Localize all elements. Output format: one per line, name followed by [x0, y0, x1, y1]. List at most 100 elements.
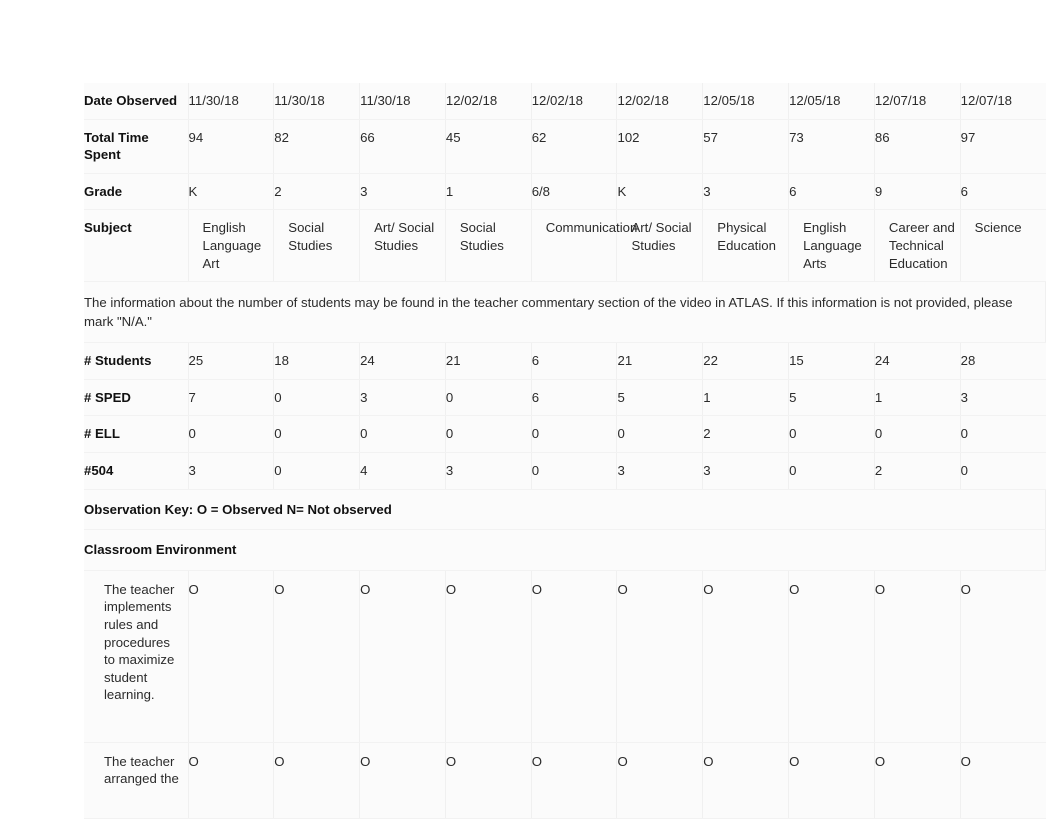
- cell-total-time-8: 73: [788, 119, 875, 174]
- cell-date-observed-9: 12/07/18: [874, 83, 961, 120]
- criterion-2-mark-8[interactable]: O: [788, 742, 875, 819]
- table-row-criterion-2: The teacher arranged the O O O O O O O O…: [84, 742, 1046, 819]
- cell-grade-2: 2: [273, 173, 361, 211]
- cell-total-time-7: 57: [702, 119, 790, 174]
- cell-504-6: 3: [616, 452, 704, 490]
- cell-students-7: 22: [702, 342, 790, 380]
- criterion-1-mark-8[interactable]: O: [788, 570, 875, 743]
- table-row-total-time-spent: Total Time Spent 94 82 66 45 62 102 57 7…: [84, 119, 1046, 174]
- cell-date-observed-2: 11/30/18: [273, 83, 361, 120]
- cell-total-time-6: 102: [616, 119, 704, 174]
- cell-subject-8: English Language Arts: [788, 209, 875, 283]
- cell-grade-4: 1: [445, 173, 532, 211]
- criterion-2-mark-6[interactable]: O: [616, 742, 704, 819]
- cell-subject-7: Physical Education: [702, 209, 790, 283]
- row-label-subject: Subject: [84, 209, 189, 283]
- criterion-1-mark-10[interactable]: O: [960, 570, 1046, 743]
- cell-students-6: 21: [616, 342, 704, 380]
- row-label-grade: Grade: [84, 173, 189, 211]
- table-row-504: #504 3 0 4 3 0 3 3 0 2 0: [84, 452, 1046, 490]
- section-heading-classroom-environment: Classroom Environment: [84, 529, 1047, 571]
- cell-sped-6: 5: [616, 379, 704, 417]
- cell-ell-3: 0: [359, 415, 446, 453]
- cell-subject-3: Art/ Social Studies: [359, 209, 446, 283]
- criterion-2-mark-9[interactable]: O: [874, 742, 961, 819]
- criterion-2-mark-7[interactable]: O: [702, 742, 790, 819]
- cell-grade-1: K: [188, 173, 275, 211]
- cell-students-8: 15: [788, 342, 875, 380]
- cell-students-9: 24: [874, 342, 961, 380]
- table-row-criterion-1: The teacher implements rules and procedu…: [84, 570, 1046, 743]
- criterion-2-mark-1[interactable]: O: [188, 742, 275, 819]
- cell-subject-5: Communication: [531, 209, 637, 283]
- criterion-1-mark-5[interactable]: O: [531, 570, 618, 743]
- cell-504-4: 3: [445, 452, 532, 490]
- observation-table-container: Date Observed 11/30/18 11/30/18 11/30/18…: [84, 83, 1047, 819]
- criterion-1-mark-6[interactable]: O: [616, 570, 704, 743]
- table-row-grade: Grade K 2 3 1 6/8 K 3 6 9 6: [84, 173, 1046, 211]
- cell-date-observed-4: 12/02/18: [445, 83, 532, 120]
- cell-504-9: 2: [874, 452, 961, 490]
- cell-sped-2: 0: [273, 379, 361, 417]
- row-label-total-time-spent: Total Time Spent: [84, 119, 189, 174]
- cell-sped-8: 5: [788, 379, 875, 417]
- cell-ell-10: 0: [960, 415, 1046, 453]
- cell-students-2: 18: [273, 342, 361, 380]
- cell-ell-2: 0: [273, 415, 361, 453]
- students-info-note: The information about the number of stud…: [84, 281, 1047, 344]
- cell-504-10: 0: [960, 452, 1046, 490]
- cell-sped-1: 7: [188, 379, 275, 417]
- criterion-1-mark-4[interactable]: O: [445, 570, 532, 743]
- criterion-1-mark-3[interactable]: O: [359, 570, 446, 743]
- cell-sped-5: 6: [531, 379, 618, 417]
- criterion-2-mark-10[interactable]: O: [960, 742, 1046, 819]
- cell-total-time-9: 86: [874, 119, 961, 174]
- cell-grade-5: 6/8: [531, 173, 618, 211]
- cell-students-1: 25: [188, 342, 275, 380]
- cell-date-observed-10: 12/07/18: [960, 83, 1046, 120]
- cell-ell-4: 0: [445, 415, 532, 453]
- cell-sped-10: 3: [960, 379, 1046, 417]
- criterion-1-mark-9[interactable]: O: [874, 570, 961, 743]
- cell-students-3: 24: [359, 342, 446, 380]
- criterion-label-2: The teacher arranged the: [84, 742, 189, 819]
- criterion-1-mark-1[interactable]: O: [188, 570, 275, 743]
- cell-grade-6: K: [616, 173, 704, 211]
- cell-504-5: 0: [531, 452, 618, 490]
- observation-key-text: Observation Key: O = Observed N= Not obs…: [84, 489, 1047, 531]
- cell-total-time-1: 94: [188, 119, 275, 174]
- criterion-1-mark-2[interactable]: O: [273, 570, 361, 743]
- cell-date-observed-8: 12/05/18: [788, 83, 875, 120]
- cell-total-time-10: 97: [960, 119, 1046, 174]
- cell-ell-8: 0: [788, 415, 875, 453]
- cell-date-observed-5: 12/02/18: [531, 83, 618, 120]
- cell-students-10: 28: [960, 342, 1046, 380]
- table-row-ell: # ELL 0 0 0 0 0 0 2 0 0 0: [84, 415, 1046, 453]
- row-label-date-observed: Date Observed: [84, 83, 189, 120]
- table-row-students: # Students 25 18 24 21 6 21 22 15 24 28: [84, 342, 1046, 380]
- cell-subject-10: Science: [960, 209, 1046, 283]
- table-row-observation-key: Observation Key: O = Observed N= Not obs…: [84, 489, 1047, 531]
- criterion-1-mark-7[interactable]: O: [702, 570, 790, 743]
- cell-grade-7: 3: [702, 173, 790, 211]
- criterion-2-mark-3[interactable]: O: [359, 742, 446, 819]
- cell-sped-9: 1: [874, 379, 961, 417]
- cell-grade-3: 3: [359, 173, 446, 211]
- criterion-2-mark-5[interactable]: O: [531, 742, 618, 819]
- cell-date-observed-1: 11/30/18: [188, 83, 275, 120]
- cell-date-observed-6: 12/02/18: [616, 83, 704, 120]
- row-label-504: #504: [84, 452, 189, 490]
- cell-504-7: 3: [702, 452, 790, 490]
- cell-ell-9: 0: [874, 415, 961, 453]
- document-page: Date Observed 11/30/18 11/30/18 11/30/18…: [0, 0, 1062, 822]
- row-label-ell: # ELL: [84, 415, 189, 453]
- cell-ell-7: 2: [702, 415, 790, 453]
- criterion-2-mark-4[interactable]: O: [445, 742, 532, 819]
- cell-504-8: 0: [788, 452, 875, 490]
- cell-sped-4: 0: [445, 379, 532, 417]
- criterion-2-mark-2[interactable]: O: [273, 742, 361, 819]
- cell-504-1: 3: [188, 452, 275, 490]
- cell-ell-5: 0: [531, 415, 618, 453]
- table-row-subject: Subject English Language Art Social Stud…: [84, 209, 1046, 283]
- cell-subject-9: Career and Technical Education: [874, 209, 961, 283]
